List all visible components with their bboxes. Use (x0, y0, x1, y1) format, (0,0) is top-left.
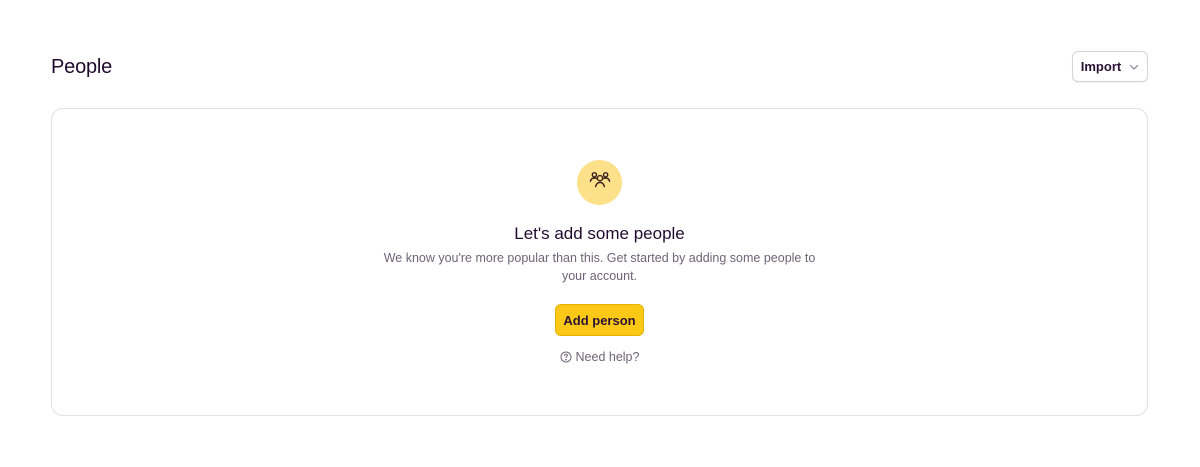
empty-state-title: Let's add some people (514, 224, 685, 243)
page-title: People (51, 56, 113, 78)
import-button[interactable]: Import (1072, 51, 1148, 82)
question-circle-icon (560, 351, 572, 363)
empty-state-description: We know you're more popular than this. G… (383, 251, 816, 283)
people-page: People Import Let's add some people We k… (0, 0, 1200, 467)
empty-state-card: Let's add some people We know you're mor… (51, 108, 1148, 416)
import-label: Import (1080, 59, 1122, 74)
people-group-icon (588, 168, 612, 197)
empty-state: Let's add some people We know you're mor… (52, 160, 1147, 364)
add-person-button[interactable]: Add person (555, 304, 644, 336)
add-person-label: Add person (563, 312, 636, 328)
need-help-link[interactable]: Need help? (560, 350, 640, 364)
need-help-label: Need help? (575, 350, 640, 364)
chevron-down-icon (1129, 62, 1139, 72)
people-icon-badge (577, 160, 622, 205)
